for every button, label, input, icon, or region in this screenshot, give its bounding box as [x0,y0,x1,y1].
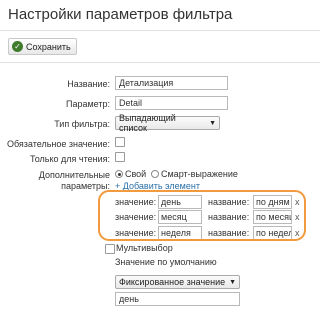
page-title: Настройки параметров фильтра [8,6,233,23]
readonly-checkbox[interactable] [115,152,125,162]
default-type-select[interactable]: Фиксированное значение ▼ [115,275,240,289]
item-value-label: значение: [115,228,157,238]
check-icon: ✓ [12,41,23,52]
item-name-label: название: [208,212,250,222]
mode-expr-label: Смарт-выражение [161,169,238,179]
save-button[interactable]: ✓ Сохранить [8,38,77,55]
item-value-input[interactable]: день [158,195,202,209]
default-value-input[interactable] [115,292,240,306]
multiselect-checkbox[interactable] [105,244,115,254]
delete-item-button[interactable]: x [295,195,300,209]
mode-expr-radio[interactable] [151,170,159,178]
item-name-label: название: [208,228,250,238]
required-checkbox[interactable] [115,137,125,147]
chevron-down-icon: ▼ [209,119,216,127]
default-type-value: Фиксированное значение [119,277,226,287]
add-element-link[interactable]: + Добавить элемент [115,181,200,191]
multiselect-label: Мультивыбор [116,243,173,253]
required-label: Обязательное значение: [6,139,110,149]
item-value-input[interactable]: неделя [158,226,202,240]
name-label: Название: [67,79,110,89]
title-divider [0,30,320,31]
item-value-input[interactable]: месяц [158,210,202,224]
mode-own-radio[interactable] [115,170,123,178]
toolbar-divider [0,62,320,63]
param-item-row: значение: неделя название: по неделям x [115,226,305,240]
param-label: Параметр: [65,99,110,109]
item-name-input[interactable]: по месяцам [253,210,292,224]
filter-type-select[interactable]: Выпадающий список ▼ [115,113,220,133]
additional-label-line1: Дополнительные [38,170,110,180]
additional-label-line2: параметры: [61,181,110,191]
param-input[interactable] [115,96,228,110]
chevron-down-icon: ▼ [229,278,236,286]
save-button-label: Сохранить [26,41,71,52]
default-value-label: Значение по умолчанию [115,257,217,267]
name-input[interactable] [115,76,228,90]
item-name-input[interactable]: по дням [253,195,292,209]
item-value-label: значение: [115,197,157,207]
delete-item-button[interactable]: x [295,210,300,224]
item-name-input[interactable]: по неделям [253,226,292,240]
readonly-label: Только для чтения: [29,154,110,164]
item-value-label: значение: [115,212,157,222]
mode-own-label: Свой [125,169,147,179]
filter-type-value: Выпадающий список [119,113,176,133]
param-item-row: значение: месяц название: по месяцам x [115,210,305,224]
filter-type-label: Тип фильтра: [54,119,110,129]
delete-item-button[interactable]: x [295,226,300,240]
item-name-label: название: [208,197,250,207]
param-item-row: значение: день название: по дням x [115,195,305,209]
filter-settings-panel: Настройки параметров фильтра ✓ Сохранить… [0,0,320,320]
